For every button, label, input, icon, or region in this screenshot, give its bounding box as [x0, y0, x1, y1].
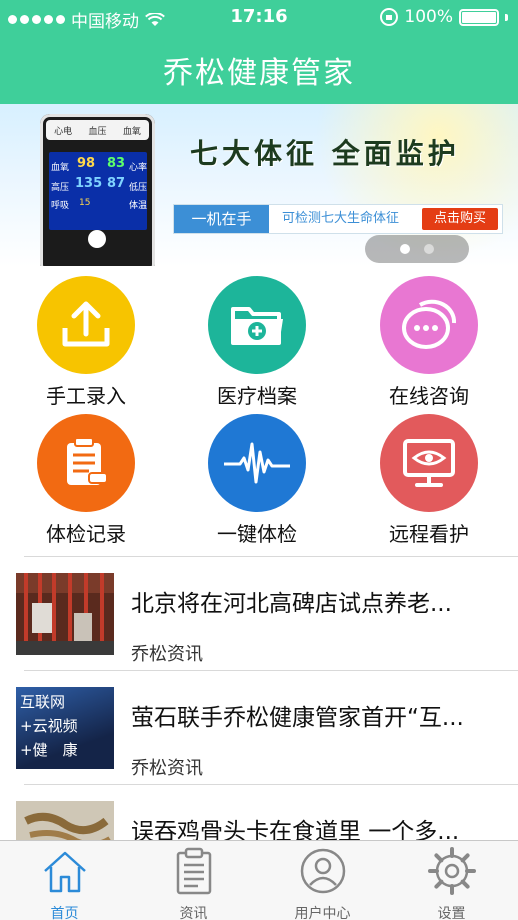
promo-banner[interactable]: 心电 血压 血氧 血氧 98 83 心率 高压 135 87 低压 呼吸 15 …	[0, 104, 518, 266]
heartbeat-icon	[208, 414, 306, 512]
buy-now-button[interactable]: 点击购买	[422, 208, 498, 230]
medical-folder-icon	[208, 276, 306, 374]
banner-tagline: 一机在手	[174, 205, 269, 233]
banner-slogan: 七大体征 全面监护	[190, 137, 460, 170]
clipboard-news-icon	[176, 847, 211, 895]
upload-icon	[37, 276, 135, 374]
news-item[interactable]: 互联网 +云视频 +健 康 萤石联手乔松健康管家首开“互... 乔松资讯	[0, 670, 518, 782]
banner-page-indicator[interactable]	[365, 235, 469, 263]
screen-label: 体温	[129, 201, 148, 211]
device-screen: 血氧 98 83 心率 高压 135 87 低压 呼吸 15 体温	[49, 152, 147, 230]
news-thumbnail: 互联网 +云视频 +健 康	[16, 687, 114, 769]
tab-bar: 首页 资讯 用户中心 设置	[0, 840, 518, 920]
device-label: 血压	[88, 126, 107, 137]
user-icon	[300, 848, 345, 894]
feature-label: 一键体检	[217, 522, 297, 546]
status-bar: 中国移动 17:16 100%	[0, 0, 518, 34]
feature-online-consult[interactable]: 在线咨询	[343, 276, 515, 409]
feature-remote-care[interactable]: 远程看护	[343, 414, 515, 547]
device-button	[88, 230, 106, 248]
thumb-text: +云视频	[20, 717, 78, 735]
tab-settings[interactable]: 设置	[387, 841, 516, 920]
news-source: 乔松资讯	[131, 644, 203, 665]
top-bar: 中国移动 17:16 100% 乔松健康管家	[0, 0, 518, 104]
feature-one-key-checkup[interactable]: 一键体检	[171, 414, 343, 547]
news-title: 北京将在河北高碑店试点养老...	[131, 591, 452, 617]
screen-label: 低压	[129, 183, 148, 193]
feature-medical-records[interactable]: 医疗档案	[171, 276, 343, 409]
news-item[interactable]: 北京将在河北高碑店试点养老... 乔松资讯	[0, 556, 518, 668]
news-thumbnail	[16, 573, 114, 655]
monitor-eye-icon	[380, 414, 478, 512]
screen-label: 心率	[129, 163, 148, 173]
device-label: 心电	[54, 126, 73, 137]
screen-value: 135	[75, 176, 103, 191]
banner-promo-strip: 一机在手 可检测七大生命体征 点击购买	[173, 204, 503, 234]
battery-icon	[459, 8, 499, 26]
banner-description: 可检测七大生命体征	[282, 211, 400, 226]
feature-label: 在线咨询	[389, 384, 469, 408]
page-title: 乔松健康管家	[163, 56, 355, 91]
tab-label: 设置	[437, 906, 466, 920]
news-source: 乔松资讯	[131, 758, 203, 779]
feature-label: 手工录入	[46, 384, 126, 408]
screen-value: 83	[107, 156, 126, 171]
screen-label: 高压	[51, 183, 70, 193]
screen-value: 15	[79, 198, 91, 208]
device-label: 血氧	[122, 126, 141, 137]
screen-label: 呼吸	[51, 201, 70, 211]
tab-label: 首页	[50, 906, 79, 920]
thumb-text: +健 康	[20, 741, 78, 759]
screen-value: 87	[107, 176, 126, 191]
news-title: 萤石联手乔松健康管家首开“互...	[131, 705, 464, 731]
battery-tip	[505, 13, 508, 21]
tab-home[interactable]: 首页	[0, 841, 129, 920]
screen-label: 血氧	[51, 163, 70, 173]
thumb-text: 互联网	[20, 693, 66, 711]
feature-label: 医疗档案	[217, 384, 297, 408]
clipboard-icon	[37, 414, 135, 512]
feature-label: 远程看护	[389, 522, 469, 546]
banner-background	[200, 104, 518, 266]
rotation-lock-icon	[380, 8, 399, 26]
tab-label: 用户中心	[294, 906, 351, 920]
battery-percent: 100%	[404, 7, 453, 27]
home-icon	[43, 851, 86, 893]
monitor-device-image: 心电 血压 血氧 血氧 98 83 心率 高压 135 87 低压 呼吸 15 …	[40, 114, 155, 266]
page-dot[interactable]	[424, 244, 434, 254]
tab-label: 资讯	[179, 906, 208, 920]
chat-bubbles-icon	[380, 276, 478, 374]
feature-grid: 手工录入 医疗档案 在线咨询 体检记录 一键体检 远程看护	[0, 272, 518, 550]
feature-label: 体检记录	[46, 522, 126, 546]
feature-checkup-records[interactable]: 体检记录	[0, 414, 172, 547]
tab-news[interactable]: 资讯	[129, 841, 258, 920]
gear-icon	[427, 847, 476, 895]
feature-manual-entry[interactable]: 手工录入	[0, 276, 172, 409]
device-top-labels: 心电 血压 血氧	[46, 120, 149, 140]
screen-value: 98	[77, 156, 96, 171]
tab-user-center[interactable]: 用户中心	[258, 841, 387, 920]
page-dot-active[interactable]	[400, 244, 410, 254]
